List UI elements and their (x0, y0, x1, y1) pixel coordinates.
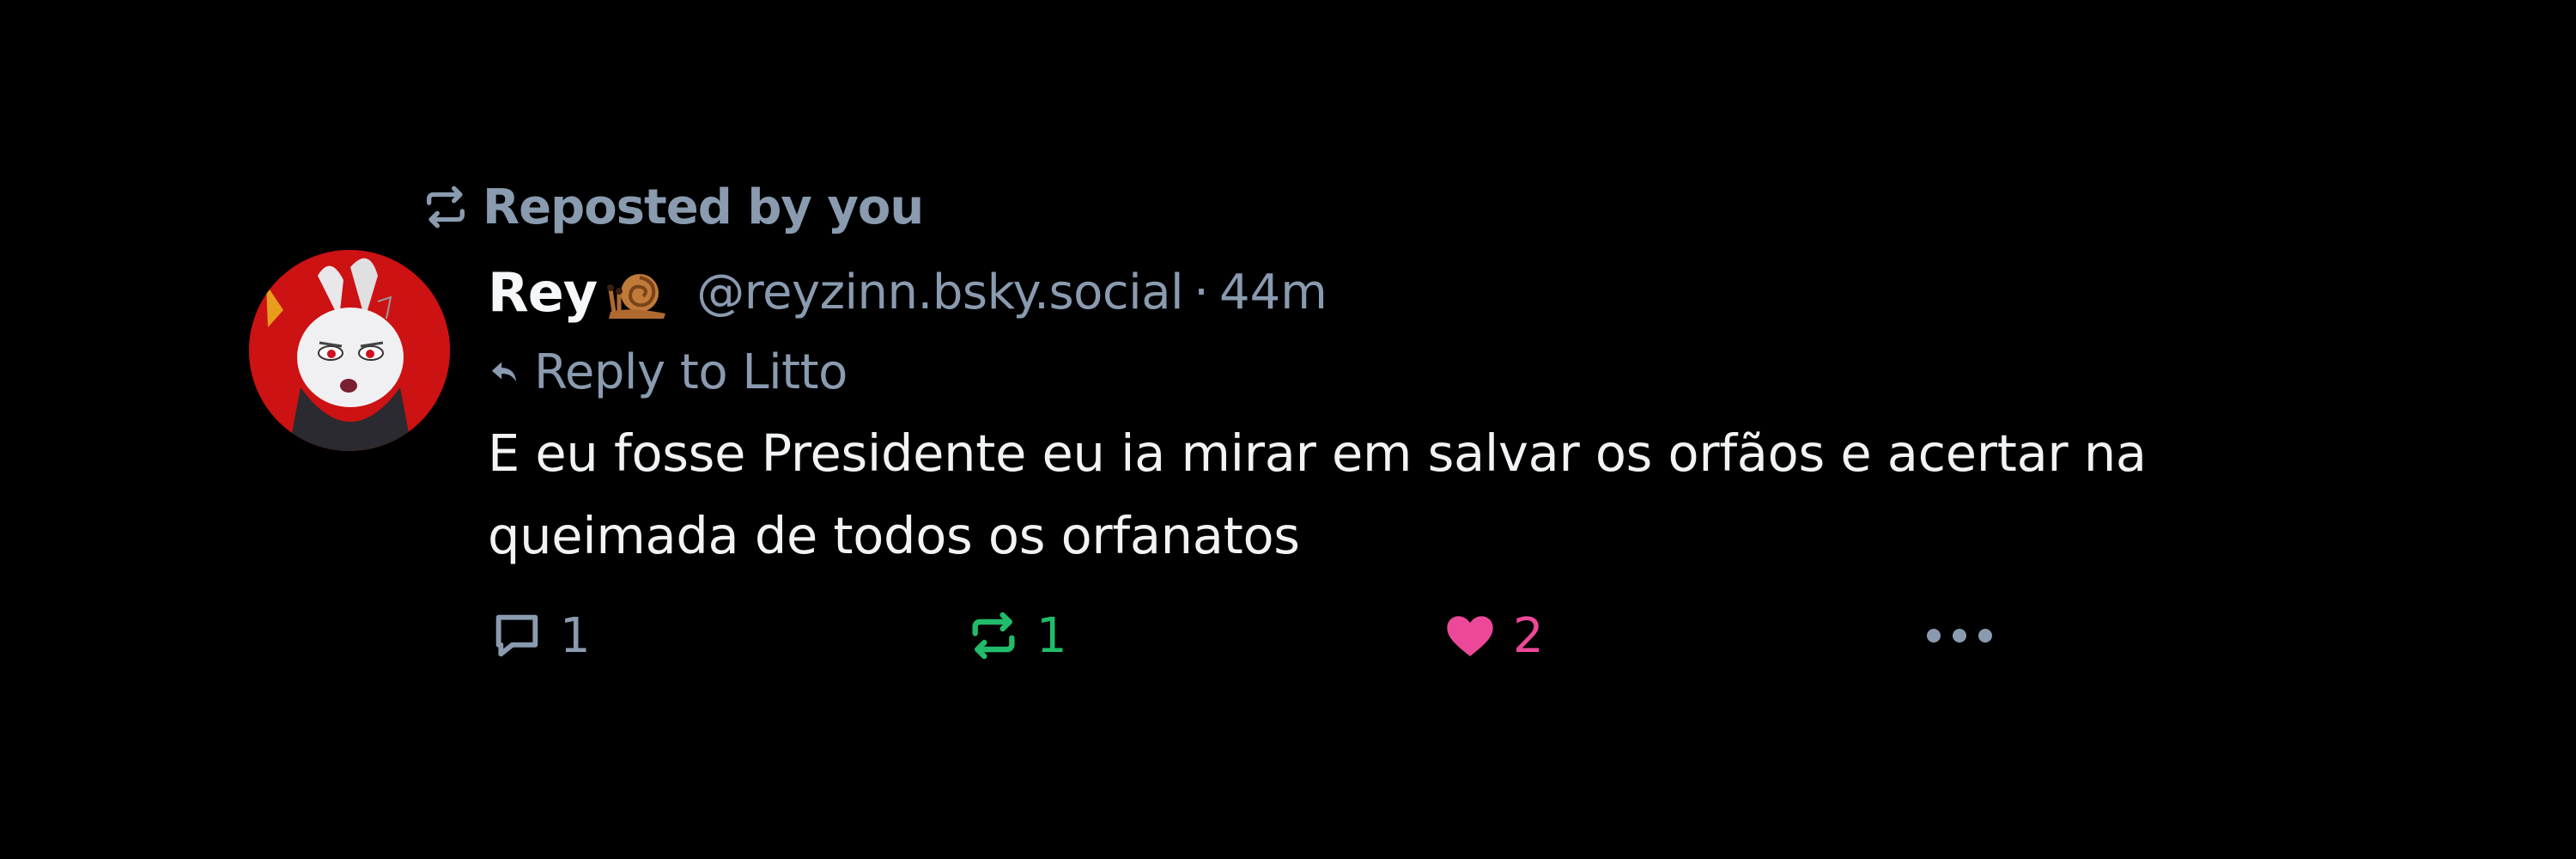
author-handle[interactable]: @reyzinn.bsky.social (696, 265, 1183, 320)
avatar[interactable] (249, 250, 450, 451)
comment-icon (495, 614, 538, 657)
reply-to-label: Reply to Litto (534, 344, 848, 400)
post-text: E eu fosse Presidente eu ia mirar em sal… (488, 423, 2147, 565)
post-header: Rey @reyzinn.bsky.social · 44m (488, 258, 1327, 326)
separator-dot: · (1194, 264, 1209, 320)
repost-label: Reposted by you (483, 179, 924, 235)
repost-icon (972, 612, 1015, 660)
like-button[interactable]: 2 (1443, 601, 1544, 670)
post-actions: 1 1 2 (489, 601, 2035, 670)
post-card[interactable]: Reposted by you Rey @reyzinn.bsky.social… (0, 0, 2576, 859)
repost-button[interactable]: 1 (966, 601, 1067, 670)
reply-count: 1 (560, 607, 591, 664)
snail-emoji-icon (607, 274, 666, 319)
avatar-image (249, 250, 450, 451)
reply-to-indicator[interactable]: Reply to Litto (489, 340, 848, 404)
more-options-button[interactable] (1923, 601, 1996, 670)
like-count: 2 (1513, 607, 1544, 664)
heart-icon (1447, 616, 1493, 656)
author-display-name[interactable]: Rey (488, 261, 598, 324)
reply-button[interactable]: 1 (489, 601, 591, 670)
reply-arrow-icon (491, 362, 517, 382)
more-options-icon (1927, 629, 1992, 643)
repost-icon (427, 186, 465, 228)
repost-indicator[interactable]: Reposted by you (421, 177, 924, 237)
post-timestamp[interactable]: 44m (1219, 265, 1327, 320)
repost-count: 1 (1036, 607, 1067, 664)
